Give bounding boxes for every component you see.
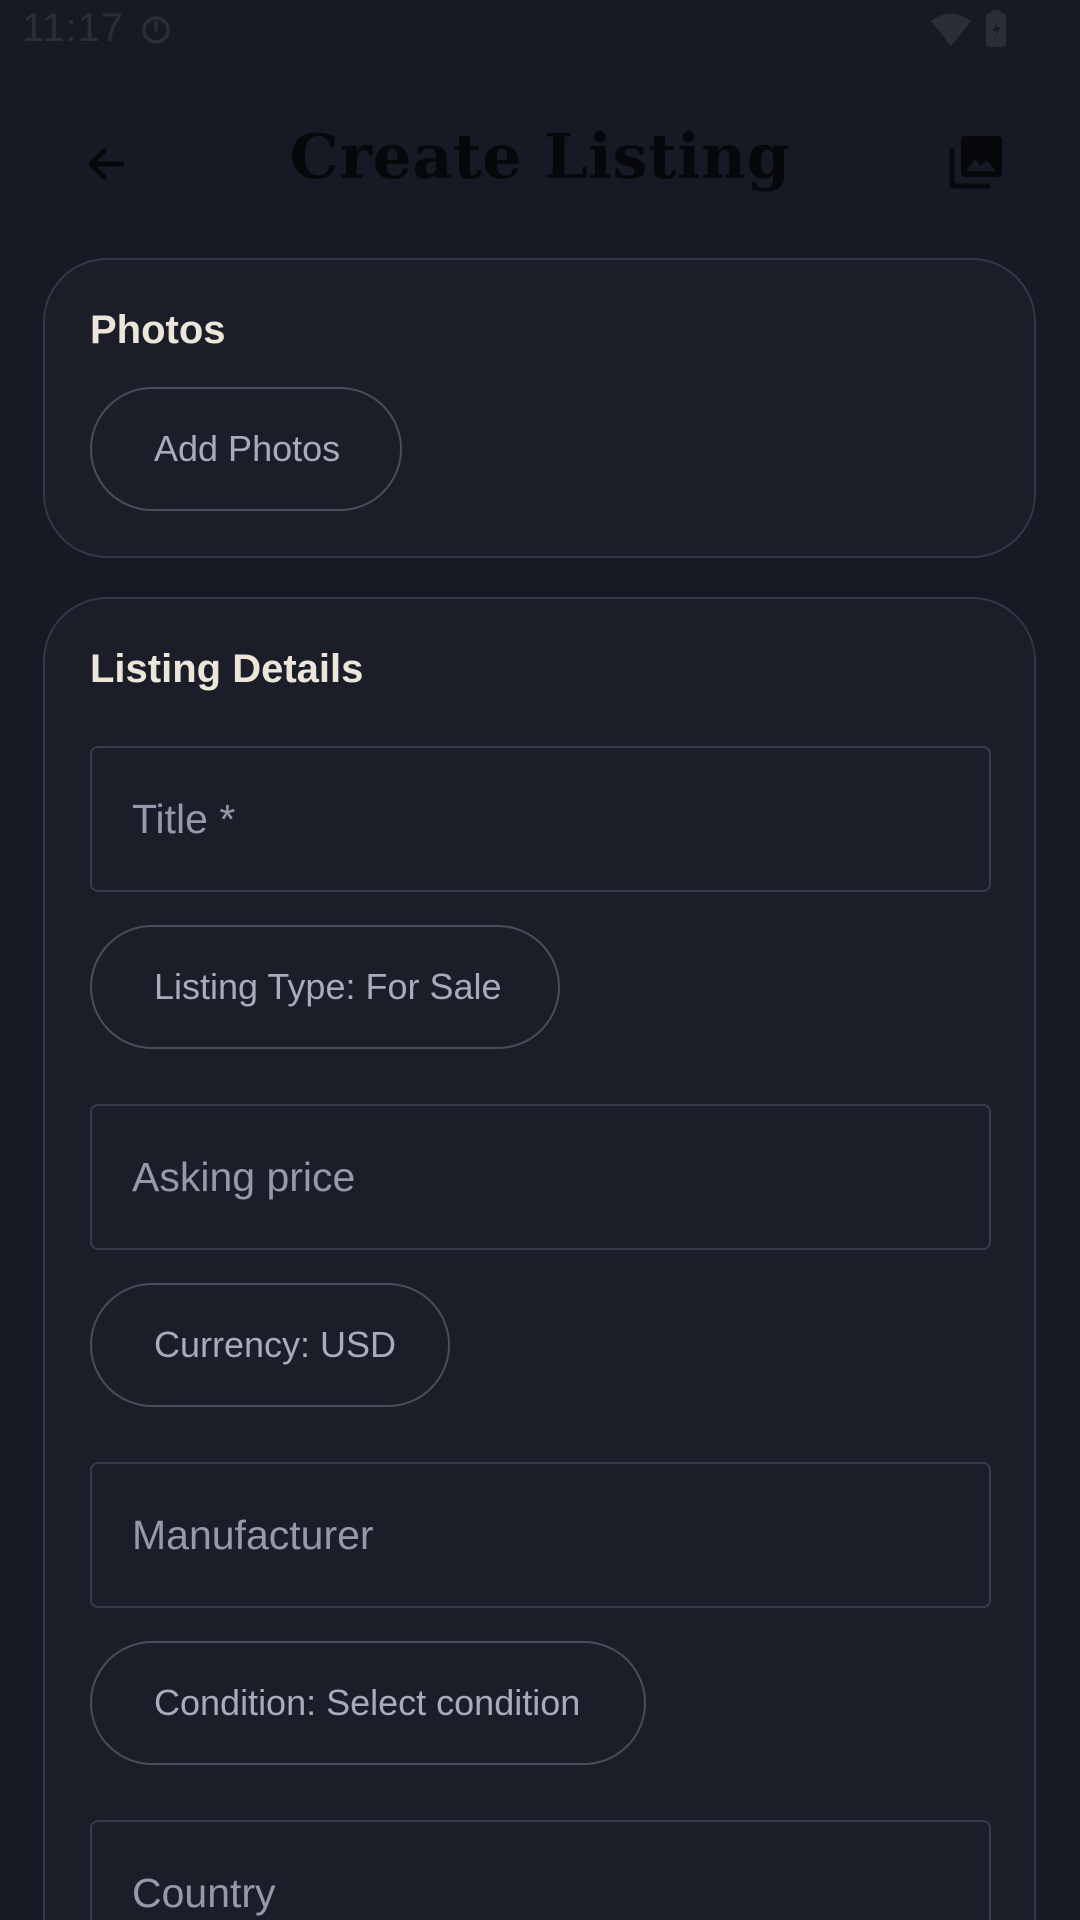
- condition-selector[interactable]: Condition: Select condition: [90, 1641, 646, 1765]
- country-field[interactable]: [90, 1820, 991, 1920]
- wifi-icon: [931, 13, 971, 46]
- photo-library-button[interactable]: [940, 126, 1012, 198]
- photo-library-icon: [949, 136, 1002, 189]
- asking-price-field[interactable]: [90, 1104, 991, 1250]
- currency-selector[interactable]: Currency: USD: [90, 1283, 450, 1407]
- app-bar: Create Listing: [0, 100, 1080, 220]
- country-input[interactable]: [132, 1869, 989, 1917]
- manufacturer-field[interactable]: [90, 1462, 991, 1608]
- listing-type-selector[interactable]: Listing Type: For Sale: [90, 925, 560, 1049]
- listing-details-card: Listing Details Listing Type: For Sale C…: [43, 597, 1036, 1920]
- asking-price-input[interactable]: [132, 1153, 989, 1201]
- photos-card: Photos Add Photos: [43, 258, 1036, 558]
- create-listing-screen: 11:17 Create Listing Photos Add Photos L…: [0, 0, 1080, 1920]
- page-title: Create Listing: [289, 120, 791, 193]
- photos-section-title: Photos: [90, 308, 226, 352]
- title-field[interactable]: [90, 746, 991, 892]
- title-input[interactable]: [132, 795, 989, 843]
- manufacturer-input[interactable]: [132, 1511, 989, 1559]
- listing-details-section-title: Listing Details: [90, 647, 364, 691]
- add-photos-button[interactable]: Add Photos: [90, 387, 402, 511]
- clock-icon: [142, 16, 170, 44]
- status-time: 11:17: [22, 6, 125, 50]
- battery-icon: [986, 10, 1006, 47]
- status-bar: 11:17: [0, 0, 1080, 64]
